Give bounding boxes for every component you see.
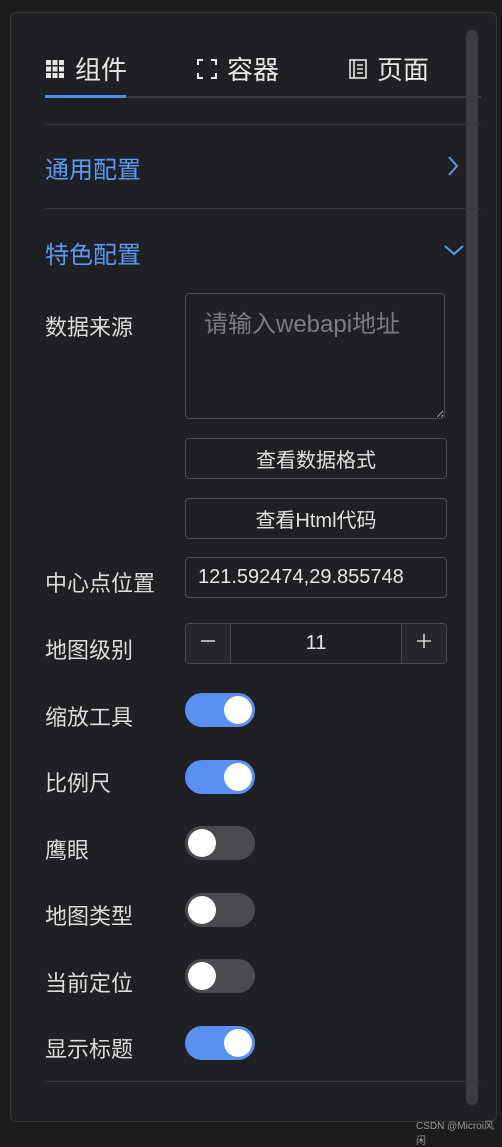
data-source-input[interactable] (185, 293, 445, 419)
center-position-input[interactable]: 121.592474,29.855748 (185, 557, 447, 598)
map-type-switch[interactable] (185, 893, 255, 927)
chevron-right-icon[interactable] (446, 155, 460, 182)
chevron-down-icon[interactable] (443, 243, 465, 262)
locate-label: 当前定位 (45, 971, 134, 996)
tab-container-label: 容器 (227, 55, 280, 85)
center-position-value: 121.592474,29.855748 (198, 566, 404, 588)
zoom-tool-label: 缩放工具 (45, 705, 134, 730)
map-type-label: 地图类型 (45, 904, 134, 929)
switch-knob (188, 896, 216, 924)
view-html-code-button[interactable]: 查看Html代码 (185, 498, 447, 539)
zoom-level-stepper: 11 (185, 623, 447, 664)
active-tab-indicator (45, 95, 126, 98)
scrollbar[interactable] (466, 30, 478, 1105)
view-data-format-button[interactable]: 查看数据格式 (185, 438, 447, 479)
scale-label: 比例尺 (45, 771, 112, 796)
show-title-switch[interactable] (185, 1026, 255, 1060)
switch-knob (188, 829, 216, 857)
switch-knob (224, 763, 252, 791)
container-icon (197, 58, 217, 79)
section-special-title[interactable]: 特色配置 (45, 235, 141, 270)
zoom-tool-switch[interactable] (185, 693, 255, 727)
divider (45, 124, 481, 125)
tab-components[interactable]: 组件 (45, 50, 127, 87)
tab-bar: 组件 容器 页面 (45, 40, 481, 98)
minus-icon (200, 633, 216, 654)
switch-knob (188, 962, 216, 990)
zoom-level-value[interactable]: 11 (231, 624, 401, 663)
center-position-label: 中心点位置 (45, 571, 156, 596)
show-title-label: 显示标题 (45, 1037, 134, 1062)
overview-switch[interactable] (185, 826, 255, 860)
locate-switch[interactable] (185, 959, 255, 993)
watermark: CSDN @Microi风闲 (416, 1121, 494, 1147)
decrease-button[interactable] (186, 624, 231, 663)
grid-icon (45, 59, 65, 79)
zoom-level-label: 地图级别 (45, 638, 134, 663)
page-icon (349, 58, 367, 79)
divider (45, 208, 481, 209)
scale-switch[interactable] (185, 760, 255, 794)
tab-page[interactable]: 页面 (349, 50, 429, 87)
overview-label: 鹰眼 (45, 838, 90, 863)
increase-button[interactable] (401, 624, 446, 663)
section-general-title[interactable]: 通用配置 (45, 150, 141, 185)
tab-page-label: 页面 (377, 55, 430, 85)
switch-knob (224, 1029, 252, 1057)
divider (45, 1081, 481, 1082)
tab-components-label: 组件 (75, 55, 128, 85)
plus-icon (416, 633, 432, 654)
data-source-label: 数据来源 (45, 315, 134, 340)
switch-knob (224, 696, 252, 724)
tab-container[interactable]: 容器 (197, 50, 279, 87)
